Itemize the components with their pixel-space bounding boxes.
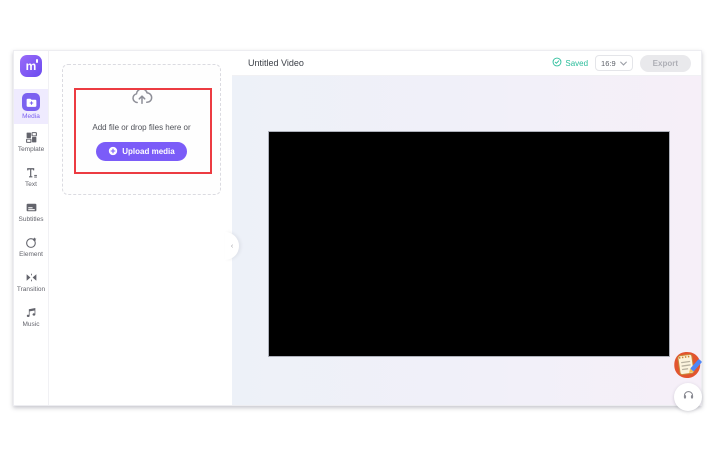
sidebar-item-template[interactable]: Template (14, 124, 48, 159)
feedback-memo-icon[interactable] (670, 348, 704, 382)
sidebar-item-label: Element (19, 250, 43, 258)
video-preview-frame[interactable] (268, 131, 670, 357)
sidebar-item-label: Subtitles (18, 215, 44, 223)
main-area: Untitled Video Saved 16:9 Export (232, 51, 704, 411)
sidebar-item-label: Template (17, 145, 45, 153)
sidebar-item-transition[interactable]: Transition (14, 264, 48, 299)
chevron-down-icon (619, 59, 627, 68)
sidebar: m Media Template Text Subtitles Element … (14, 51, 49, 405)
app-window: m Media Template Text Subtitles Element … (13, 50, 704, 411)
project-title[interactable]: Untitled Video (248, 58, 304, 68)
folder-plus-icon (22, 93, 40, 111)
save-status-label: Saved (565, 58, 589, 68)
headset-icon (682, 388, 695, 406)
sidebar-item-media[interactable]: Media (14, 89, 48, 124)
upload-dropzone[interactable]: Add file or drop files here or Upload me… (62, 64, 221, 195)
music-note-icon (25, 306, 38, 319)
support-help-button[interactable] (674, 383, 702, 411)
app-logo[interactable]: m (20, 55, 42, 77)
upload-media-button[interactable]: Upload media (96, 142, 187, 161)
sidebar-item-label: Transition (16, 285, 46, 293)
template-grid-icon (25, 131, 38, 144)
media-panel: Add file or drop files here or Upload me… (49, 51, 232, 405)
preview-canvas (232, 76, 704, 411)
sidebar-item-subtitles[interactable]: Subtitles (14, 194, 48, 229)
sidebar-item-music[interactable]: Music (14, 299, 48, 334)
aspect-ratio-value: 16:9 (601, 58, 616, 68)
text-icon (25, 166, 38, 179)
app-logo-letter: m (25, 59, 37, 73)
upload-media-button-label: Upload media (122, 147, 175, 156)
topbar: Untitled Video Saved 16:9 Export (232, 51, 701, 76)
sidebar-item-element[interactable]: Element (14, 229, 48, 264)
subtitles-icon (25, 201, 38, 214)
cloud-upload-icon (130, 85, 154, 114)
sidebar-item-label: Music (22, 320, 40, 328)
check-circle-icon (552, 57, 562, 69)
aspect-ratio-dropdown[interactable]: 16:9 (595, 55, 633, 71)
chevron-left-icon: ‹ (230, 242, 234, 250)
save-status: Saved (552, 57, 588, 69)
export-button[interactable]: Export (639, 54, 691, 72)
sidebar-item-text[interactable]: Text (14, 159, 48, 194)
element-shapes-icon (25, 236, 38, 249)
topbar-actions: Saved 16:9 Export (552, 54, 691, 72)
sidebar-item-label: Media (22, 113, 40, 120)
dropzone-text: Add file or drop files here or (92, 123, 191, 132)
transition-icon (25, 271, 38, 284)
sidebar-item-label: Text (25, 180, 37, 188)
plus-circle-icon (108, 146, 118, 158)
